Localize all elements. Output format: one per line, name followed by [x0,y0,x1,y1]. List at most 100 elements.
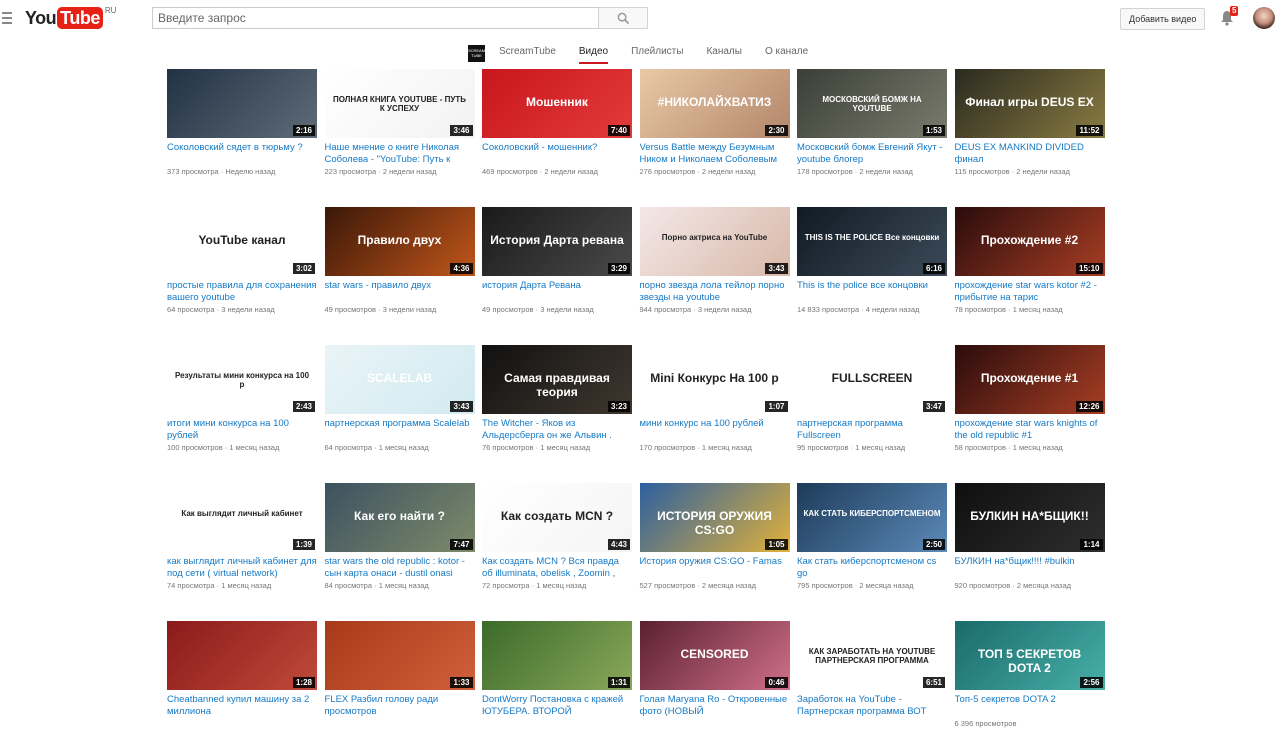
video-title-link[interactable]: Заработок на YouTube - Партнерская прогр… [797,694,947,718]
video-thumbnail[interactable]: Порно актриса на YouTube 3:43 [639,207,790,276]
video-card[interactable]: История Дарта ревана 3:29 история Дарта Ре… [482,207,632,316]
video-title-link[interactable]: прохождение star wars knights of the old… [955,418,1105,442]
video-card[interactable]: КАК ЗАРАБОТАТЬ НА YOUTUBE ПАРТНЕРСКАЯ ПР… [797,621,947,718]
video-thumbnail[interactable]: #НИКОЛАЙХВАТИЗ 2:30 [639,69,790,138]
video-thumbnail[interactable]: 2:16 [167,69,317,138]
video-title-link[interactable]: Наше мнение о книге Николая Соболева - "… [325,142,475,166]
video-thumbnail[interactable]: THIS IS THE POLICE Все концовки 6:16 [797,207,947,276]
video-card[interactable]: 2:16 Соколовский сядет в тюрьму ? 373 прос… [167,69,317,178]
video-card[interactable]: Мошенник 7:40 Соколовский - мошенник? 469 п… [482,69,632,178]
video-thumbnail[interactable]: Самая правдивая теория 3:23 [482,345,632,414]
video-thumbnail[interactable]: Финал игры DEUS EX 11:52 [954,69,1105,138]
video-title-link[interactable]: Голая Maryana Ro - Откровенные фото (НОВ… [640,694,790,718]
video-thumbnail[interactable]: История Дарта ревана 3:29 [482,207,632,276]
upload-button[interactable]: Добавить видео [1120,8,1206,30]
video-title-link[interactable]: Соколовский сядет в тюрьму ? [167,142,317,166]
video-card[interactable]: Как выглядит личный кабинет 1:39 как выгля… [167,483,317,592]
video-title-link[interactable]: история Дарта Ревана [482,280,632,304]
video-card[interactable]: Самая правдивая теория 3:23 The Witcher - … [482,345,632,454]
tab-videos[interactable]: Видео [578,43,609,64]
youtube-logo[interactable]: You Tube RU [25,6,116,29]
video-card[interactable]: КАК СТАТЬ КИБЕРСПОРТСМЕНОМ 2:50 Как стать … [797,483,947,592]
video-card[interactable]: Правило двух 4:36 star wars - правило двух… [324,207,475,316]
video-thumbnail[interactable]: 1:33 [324,621,475,690]
video-thumbnail[interactable]: КАК СТАТЬ КИБЕРСПОРТСМЕНОМ 2:50 [797,483,947,552]
video-title-link[interactable]: Топ-5 секретов DOTA 2 [955,694,1105,718]
search-input[interactable] [153,8,588,28]
video-title-link[interactable]: star wars the old republic : kotor - сын… [325,556,475,580]
video-title-link[interactable]: Как стать киберспортсменом cs go [797,556,947,580]
video-card[interactable]: Как его найти ? 7:47 star wars the old rep… [324,483,475,592]
video-thumbnail[interactable]: Прохождение #1 12:26 [954,345,1105,414]
video-card[interactable]: МОСКОВСКИЙ БОМЖ НА YOUTUBE 1:53 Московский… [797,69,947,178]
video-thumbnail[interactable]: Mini Конкурс На 100 р 1:07 [639,345,790,414]
video-thumbnail[interactable]: CENSORED 0:46 [639,621,790,690]
video-thumbnail[interactable]: Правило двух 4:36 [324,207,475,276]
video-title-link[interactable]: простые правила для сохранения вашего yo… [167,280,317,304]
video-title-link[interactable]: Соколовский - мошенник? [482,142,632,166]
tab-channels[interactable]: Каналы [706,43,742,64]
video-card[interactable]: Mini Конкурс На 100 р 1:07 мини конкурс на… [639,345,790,454]
video-card[interactable]: Порно актриса на YouTube 3:43 порно звезда… [639,207,790,316]
video-title-link[interactable]: прохождение star wars kotor #2 - прибыти… [955,280,1105,304]
video-card[interactable]: THIS IS THE POLICE Все концовки 6:16 This … [797,207,947,316]
video-thumbnail[interactable]: FULLSCREEN 3:47 [797,345,947,414]
channel-name-link[interactable]: ScreamTube [499,43,556,64]
video-thumbnail[interactable]: Мошенник 7:40 [482,69,632,138]
tab-about[interactable]: О канале [765,43,808,64]
video-title-link[interactable]: партнерская программа Fullscreen [797,418,947,442]
video-card[interactable]: 1:28 Cheatbanned купил машину за 2 миллио… [167,621,317,718]
video-card[interactable]: FULLSCREEN 3:47 партнерская программа Full… [797,345,947,454]
video-title-link[interactable]: партнерская программа Scalelab [325,418,475,442]
video-title-link[interactable]: итоги мини конкурса на 100 рублей [167,418,317,442]
video-title-link[interactable]: порно звезда лола тейлор порно звезды на… [640,280,790,304]
video-card[interactable]: БУЛКИН НА*БЩИК!! 1:14 БУЛКИН на*бщик!!!! #… [954,483,1105,592]
video-card[interactable]: ТОП 5 СЕКРЕТОВ DOTA 2 2:56 Топ-5 секретов … [954,621,1105,730]
video-card[interactable]: ИСТОРИЯ ОРУЖИЯ CS:GO 1:05 История оружия C… [639,483,790,592]
video-title-link[interactable]: DontWorry Постановка с кражей ЮТУБЕРА. В… [482,694,632,718]
video-title-link[interactable]: мини конкурс на 100 рублей [640,418,790,442]
video-thumbnail[interactable]: КАК ЗАРАБОТАТЬ НА YOUTUBE ПАРТНЕРСКАЯ ПР… [797,621,947,690]
video-title-link[interactable]: The Witcher - Яков из Альдерсберга он же… [482,418,632,442]
video-thumbnail[interactable]: Как его найти ? 7:47 [324,483,475,552]
video-card[interactable]: Результаты мини конкурса на 100 р 2:43 ито… [167,345,317,454]
video-title-link[interactable]: История оружия CS:GO - Famas [640,556,790,580]
video-title-link[interactable]: Cheatbanned купил машину за 2 миллиона [167,694,317,718]
video-title-link[interactable]: star wars - правило двух [325,280,475,304]
video-card[interactable]: 1:33 FLEX Разбил голову ради просмотров [324,621,475,718]
channel-thumbnail[interactable]: SCREAM TUBE [468,44,485,62]
video-card[interactable]: ПОЛНАЯ КНИГА YOUTUBE - ПУТЬ К УСПЕХУ 3:46… [324,69,475,178]
video-thumbnail[interactable]: МОСКОВСКИЙ БОМЖ НА YOUTUBE 1:53 [797,69,947,138]
video-card[interactable]: SCALELAB 3:43 партнерская программа Scalel… [324,345,475,454]
video-thumbnail[interactable]: ПОЛНАЯ КНИГА YOUTUBE - ПУТЬ К УСПЕХУ 3:46 [324,69,475,138]
video-title-link[interactable]: Как создать MCN ? Вся правда об illumina… [482,556,632,580]
video-thumbnail[interactable]: Результаты мини конкурса на 100 р 2:43 [167,345,317,414]
video-thumbnail[interactable]: Как выглядит личный кабинет 1:39 [167,483,317,552]
video-thumbnail[interactable]: Как создать MCN ? 4:43 [482,483,632,552]
video-title-link[interactable]: Московский бомж Евгений Якут - youtube б… [797,142,947,166]
account-avatar[interactable] [1253,7,1275,29]
video-title-link[interactable]: как выглядит личный кабинет для под сети… [167,556,317,580]
video-card[interactable]: Прохождение #2 15:10 прохождение star wars… [954,207,1105,316]
tab-playlists[interactable]: Плейлисты [631,43,683,64]
video-thumbnail[interactable]: SCALELAB 3:43 [324,345,475,414]
video-card[interactable]: Как создать MCN ? 4:43 Как создать MCN ? В… [482,483,632,592]
video-title-link[interactable]: This is the police все концовки [797,280,947,304]
video-thumbnail[interactable]: БУЛКИН НА*БЩИК!! 1:14 [954,483,1105,552]
video-card[interactable]: 1:31 DontWorry Постановка с кражей ЮТУБЕР… [482,621,632,718]
guide-menu-icon[interactable] [2,12,12,24]
video-thumbnail[interactable]: 1:28 [167,621,317,690]
search-button[interactable] [598,7,648,29]
video-card[interactable]: CENSORED 0:46 Голая Maryana Ro - Откровенн… [639,621,790,718]
video-card[interactable]: Прохождение #1 12:26 прохождение star wars… [954,345,1105,454]
video-thumbnail[interactable]: YouTube канал 3:02 [167,207,317,276]
video-title-link[interactable]: DEUS EX MANKIND DIVIDED финал [955,142,1105,166]
video-thumbnail[interactable]: 1:31 [482,621,632,690]
video-card[interactable]: Финал игры DEUS EX 11:52 DEUS EX MANKIND D… [954,69,1105,178]
video-card[interactable]: #НИКОЛАЙХВАТИЗ 2:30 Versus Battle между Бе… [639,69,790,178]
video-title-link[interactable]: БУЛКИН на*бщик!!!! #bulkin [955,556,1105,580]
video-thumbnail[interactable]: Прохождение #2 15:10 [954,207,1105,276]
video-title-link[interactable]: Versus Battle между Безумным Ником и Ник… [640,142,790,166]
video-thumbnail[interactable]: ИСТОРИЯ ОРУЖИЯ CS:GO 1:05 [639,483,790,552]
video-card[interactable]: YouTube канал 3:02 простые правила для сох… [167,207,317,316]
